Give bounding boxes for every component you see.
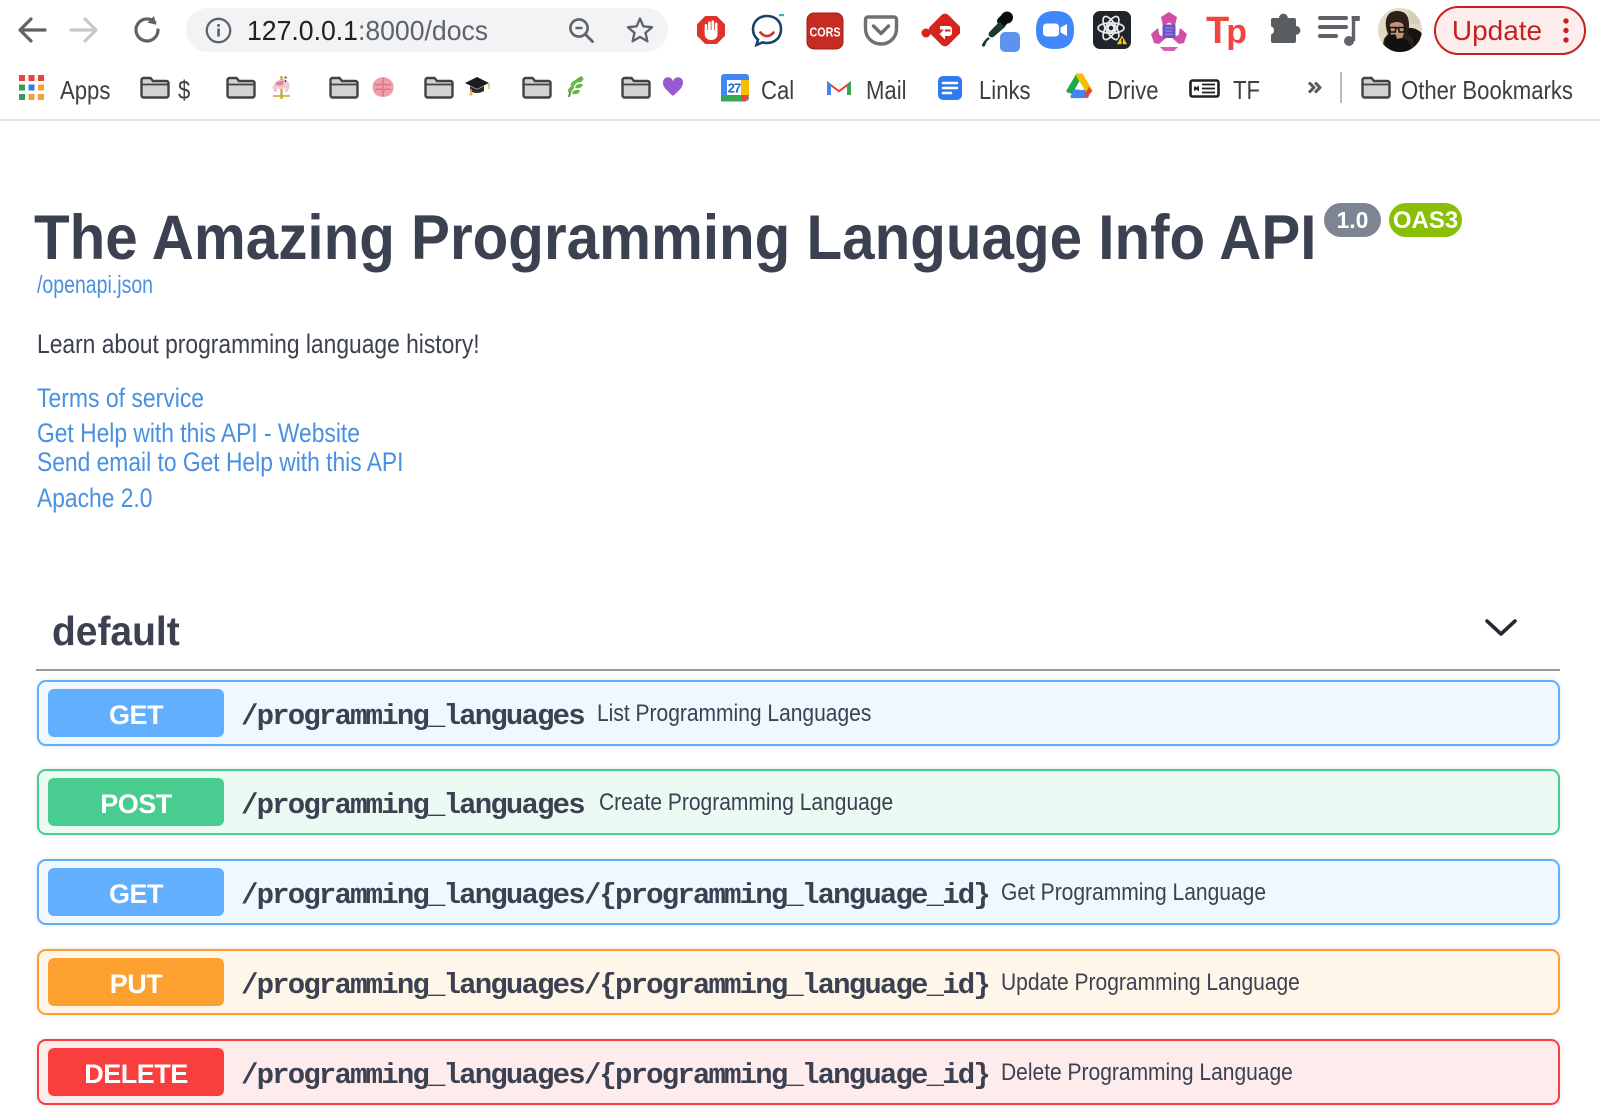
svg-text:CORS: CORS (810, 25, 841, 40)
svg-text:27: 27 (728, 81, 741, 96)
